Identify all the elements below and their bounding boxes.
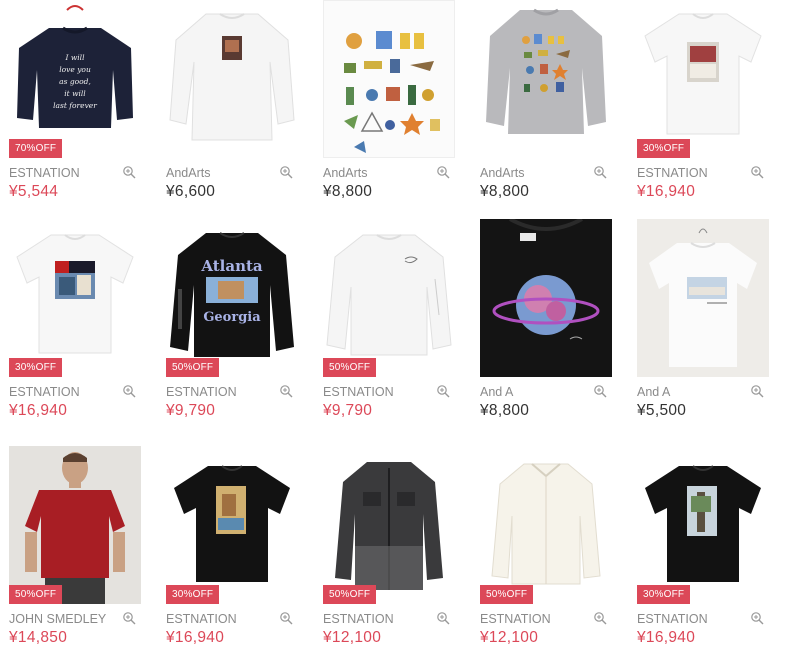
product-image-white-shirt[interactable]: 50%OFF (480, 446, 612, 604)
product-image-grey-sweatshirt[interactable] (480, 0, 612, 158)
brand-name[interactable]: ESTNATION (480, 612, 551, 626)
price: ¥6,600 (166, 183, 216, 200)
zoom-icon[interactable] (436, 384, 450, 398)
product-card[interactable]: AndArts ¥6,600 (166, 0, 298, 201)
product-card[interactable]: 50%OFF JOHN SMEDLEY ¥14,850 (9, 446, 141, 647)
price: ¥16,940 (637, 629, 696, 646)
zoom-icon[interactable] (593, 611, 607, 625)
zoom-icon[interactable] (436, 165, 450, 179)
product-card[interactable]: 50%OFF ESTNATION ¥12,100 (323, 446, 455, 647)
product-image-illustration-print[interactable] (323, 0, 455, 158)
svg-text:as good,: as good, (59, 77, 91, 86)
price: ¥12,100 (480, 629, 539, 646)
product-card[interactable]: 30%OFF ESTNATION ¥16,940 (637, 446, 769, 647)
zoom-icon[interactable] (593, 165, 607, 179)
price: ¥8,800 (323, 183, 373, 200)
print-text-atlanta: Atlanta (200, 257, 263, 275)
product-card[interactable]: AndArts ¥8,800 (480, 0, 612, 201)
product-card[interactable]: 50%OFF ESTNATION ¥9,790 (323, 219, 455, 420)
product-image-atlanta-longsleeve[interactable]: Atlanta Georgia 50%OFF (166, 219, 298, 377)
product-image-white-tee-photo[interactable]: 30%OFF (637, 0, 769, 158)
product-image-white-tee-flag[interactable]: 30%OFF (9, 219, 141, 377)
product-card[interactable]: 30%OFF ESTNATION ¥16,940 (637, 0, 769, 201)
discount-badge: 30%OFF (637, 585, 691, 604)
product-image-black-tee-tree[interactable]: 30%OFF (637, 446, 769, 604)
product-image-black-denim-jacket[interactable]: 50%OFF (323, 446, 455, 604)
zoom-icon[interactable] (593, 384, 607, 398)
zoom-icon[interactable] (122, 611, 136, 625)
product-card[interactable]: And A ¥5,500 (637, 219, 769, 420)
price: ¥16,940 (166, 629, 225, 646)
brand-name[interactable]: AndArts (480, 166, 524, 180)
print-text-georgia: Georgia (203, 310, 261, 325)
product-image-white-longsleeve[interactable] (166, 0, 298, 158)
brand-name[interactable]: ESTNATION (166, 612, 237, 626)
price: ¥14,850 (9, 629, 68, 646)
brand-name[interactable]: ESTNATION (637, 612, 708, 626)
brand-name[interactable]: ESTNATION (637, 166, 708, 180)
brand-name[interactable]: ESTNATION (323, 612, 394, 626)
price: ¥8,800 (480, 183, 530, 200)
discount-badge: 30%OFF (637, 139, 691, 158)
product-card[interactable]: 50%OFF ESTNATION ¥12,100 (480, 446, 612, 647)
price: ¥16,940 (637, 183, 696, 200)
zoom-icon[interactable] (750, 384, 764, 398)
product-image-navy-sweatshirt[interactable]: I will love you as good, it will last fo… (9, 0, 141, 158)
product-image-white-tee-hanger[interactable] (637, 219, 769, 377)
price: ¥12,100 (323, 629, 382, 646)
zoom-icon[interactable] (750, 611, 764, 625)
zoom-icon[interactable] (750, 165, 764, 179)
brand-name[interactable]: ESTNATION (166, 385, 237, 399)
svg-text:I will: I will (65, 53, 86, 62)
brand-name[interactable]: ESTNATION (9, 166, 80, 180)
discount-badge: 30%OFF (9, 358, 63, 377)
discount-badge: 70%OFF (9, 139, 63, 158)
product-image-black-tee-photo[interactable]: 30%OFF (166, 446, 298, 604)
product-card[interactable]: 30%OFF ESTNATION ¥16,940 (9, 219, 141, 420)
product-card[interactable]: 30%OFF ESTNATION ¥16,940 (166, 446, 298, 647)
product-card[interactable]: AndArts ¥8,800 (323, 0, 455, 201)
discount-badge: 50%OFF (166, 358, 220, 377)
brand-name[interactable]: AndArts (166, 166, 210, 180)
svg-text:love you: love you (59, 65, 91, 74)
brand-name[interactable]: ESTNATION (323, 385, 394, 399)
zoom-icon[interactable] (436, 611, 450, 625)
discount-badge: 50%OFF (9, 585, 63, 604)
price: ¥5,544 (9, 183, 59, 200)
price: ¥5,500 (637, 402, 687, 419)
product-card[interactable]: I will love you as good, it will last fo… (9, 0, 141, 201)
brand-name[interactable]: AndArts (323, 166, 367, 180)
price: ¥16,940 (9, 402, 68, 419)
price: ¥8,800 (480, 402, 530, 419)
product-card[interactable]: And A ¥8,800 (480, 219, 612, 420)
discount-badge: 50%OFF (323, 358, 377, 377)
product-card[interactable]: Atlanta Georgia 50%OFF ESTNATION ¥9,790 (166, 219, 298, 420)
svg-text:last forever: last forever (53, 101, 97, 110)
product-image-black-tee-planet[interactable] (480, 219, 612, 377)
product-grid: I will love you as good, it will last fo… (0, 0, 803, 661)
svg-text:it will: it will (64, 89, 86, 98)
discount-badge: 30%OFF (166, 585, 220, 604)
price: ¥9,790 (166, 402, 216, 419)
brand-name[interactable]: ESTNATION (9, 385, 80, 399)
zoom-icon[interactable] (279, 384, 293, 398)
price: ¥9,790 (323, 402, 373, 419)
product-image-model-red-knit[interactable]: 50%OFF (9, 446, 141, 604)
product-image-white-sweatshirt[interactable]: 50%OFF (323, 219, 455, 377)
zoom-icon[interactable] (279, 165, 293, 179)
brand-name[interactable]: And A (480, 385, 513, 399)
discount-badge: 50%OFF (323, 585, 377, 604)
brand-name[interactable]: JOHN SMEDLEY (9, 612, 106, 626)
zoom-icon[interactable] (279, 611, 293, 625)
zoom-icon[interactable] (122, 384, 136, 398)
brand-name[interactable]: And A (637, 385, 670, 399)
zoom-icon[interactable] (122, 165, 136, 179)
discount-badge: 50%OFF (480, 585, 534, 604)
